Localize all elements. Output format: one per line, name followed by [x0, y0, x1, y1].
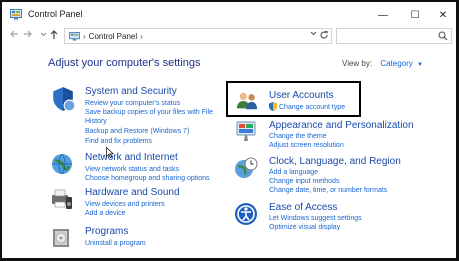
link-suggest-settings[interactable]: Let Windows suggest settings — [269, 214, 362, 223]
printer-speaker-icon — [52, 189, 72, 209]
programs-disc-icon — [53, 229, 69, 247]
breadcrumb-control-panel[interactable]: Control Panel — [89, 32, 137, 41]
category-title[interactable]: Hardware and Sound — [85, 187, 180, 198]
view-by-dropdown[interactable]: Category — [380, 59, 412, 68]
address-dropdown-button[interactable] — [310, 31, 317, 38]
link-optimize-display[interactable]: Optimize visual display — [269, 223, 340, 232]
close-icon: ✕ — [438, 9, 448, 21]
category-title[interactable]: Network and Internet — [85, 152, 178, 163]
maximize-button[interactable]: ☐ — [402, 6, 428, 24]
highlight-box — [226, 81, 361, 117]
control-panel-window: Control Panel — ☐ ✕ › Control Panel › Ad… — [0, 0, 459, 261]
close-button[interactable]: ✕ — [430, 6, 456, 24]
back-arrow-icon — [10, 30, 18, 38]
page-title: Adjust your computer's settings — [48, 57, 201, 69]
refresh-button[interactable] — [319, 30, 329, 42]
up-arrow-icon — [50, 30, 58, 39]
minimize-button[interactable]: — — [370, 6, 396, 24]
category-title[interactable]: System and Security — [85, 86, 177, 97]
link-date-time-formats[interactable]: Change date, time, or number formats — [269, 186, 387, 195]
link-network-status[interactable]: View network status and tasks — [85, 165, 179, 174]
control-panel-icon — [10, 9, 22, 20]
breadcrumb-separator: › — [140, 31, 143, 41]
category-title[interactable]: Programs — [85, 226, 128, 237]
ease-of-access-icon — [235, 203, 257, 225]
chevron-down-icon: ▼ — [417, 62, 423, 68]
search-input[interactable] — [336, 28, 452, 44]
back-button[interactable] — [8, 29, 20, 43]
link-uninstall[interactable]: Uninstall a program — [85, 239, 146, 248]
link-add-language[interactable]: Add a language — [269, 168, 318, 177]
forward-arrow-icon — [24, 30, 32, 38]
up-button[interactable] — [48, 29, 60, 43]
link-backup-restore[interactable]: Backup and Restore (Windows 7) — [85, 127, 189, 136]
breadcrumb-separator: › — [83, 31, 86, 41]
category-title[interactable]: Appearance and Personalization — [269, 120, 414, 131]
chevron-down-icon — [310, 31, 317, 36]
title-bar: Control Panel — ☐ ✕ — [4, 4, 456, 26]
link-homegroup[interactable]: Choose homegroup and sharing options — [85, 174, 210, 183]
navigation-bar: › Control Panel › — [4, 26, 456, 46]
link-devices-printers[interactable]: View devices and printers — [85, 200, 165, 209]
link-file-history[interactable]: Save backup copies of your files with Fi… — [85, 108, 213, 117]
link-change-theme[interactable]: Change the theme — [269, 132, 327, 141]
link-input-methods[interactable]: Change input methods — [269, 177, 339, 186]
forward-button[interactable] — [22, 29, 34, 43]
address-bar[interactable]: › Control Panel › — [64, 28, 332, 44]
paint-palette-icon — [236, 121, 256, 141]
link-add-device[interactable]: Add a device — [85, 209, 125, 218]
link-file-history-cont[interactable]: History — [85, 117, 107, 126]
clock-globe-icon — [235, 157, 258, 178]
category-title[interactable]: Clock, Language, and Region — [269, 156, 401, 167]
window-title: Control Panel — [28, 9, 83, 19]
search-icon — [438, 31, 448, 41]
maximize-icon: ☐ — [410, 9, 420, 21]
view-by-label: View by: — [342, 59, 373, 68]
category-title[interactable]: Ease of Access — [269, 202, 337, 213]
link-review-status[interactable]: Review your computer's status — [85, 99, 180, 108]
shield-icon — [53, 87, 76, 112]
control-panel-icon — [69, 31, 80, 41]
link-screen-resolution[interactable]: Adjust screen resolution — [269, 141, 344, 150]
network-globe-icon — [52, 153, 72, 175]
chevron-down-icon — [40, 32, 46, 37]
view-by-control: View by: Category ▼ — [342, 59, 423, 68]
refresh-icon — [320, 30, 328, 39]
link-find-fix[interactable]: Find and fix problems — [85, 137, 152, 146]
minimize-icon: — — [378, 9, 388, 21]
mouse-cursor-icon — [106, 147, 114, 158]
